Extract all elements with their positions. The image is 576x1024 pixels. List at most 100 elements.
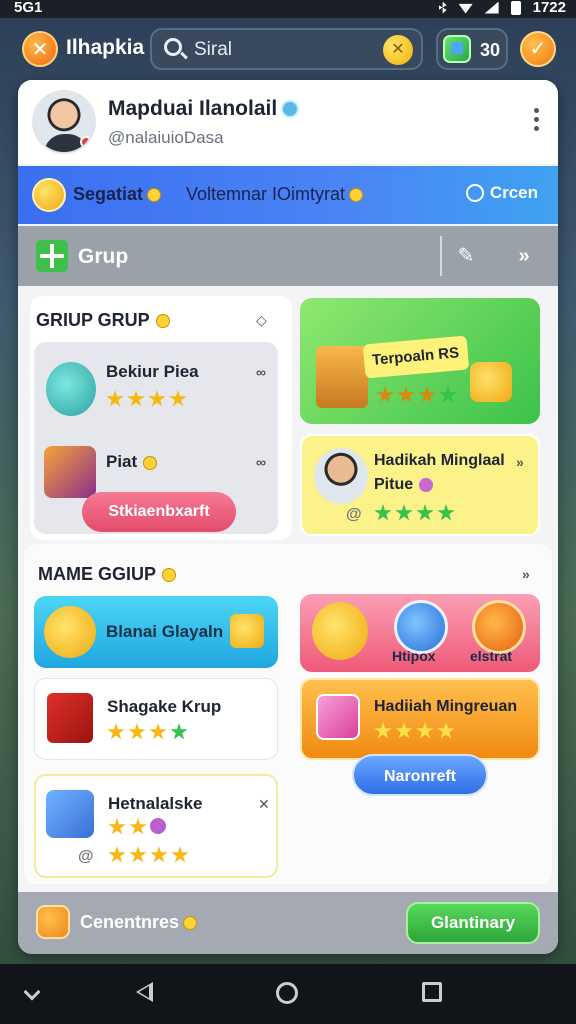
back-icon[interactable] <box>136 982 153 1002</box>
emoji-icon <box>162 568 177 583</box>
link-icon[interactable]: ∞ <box>256 454 266 470</box>
announcement-banner[interactable]: Segatiat Voltemnar IOimtyrat Crcen <box>18 166 558 224</box>
star-icon <box>169 390 187 407</box>
signal-icon <box>484 1 499 14</box>
featured-title: Hadikah Minglaal <box>374 452 505 469</box>
divider <box>440 236 442 276</box>
hide-keyboard-icon[interactable] <box>23 983 41 1001</box>
banner-subtitle: Voltemnar IOimtyrat <box>186 184 364 205</box>
item-label: Piat <box>106 452 158 472</box>
close-icon[interactable]: ✕ <box>258 796 270 813</box>
star-icon <box>106 390 124 407</box>
mascot-icon <box>312 602 368 660</box>
wifi-icon <box>458 3 473 14</box>
group-bar: Grup ✎ » <box>18 226 558 286</box>
star-icon <box>171 846 189 863</box>
banner-button[interactable]: Crcen <box>465 183 538 203</box>
game-icon <box>46 790 94 838</box>
section-title: GRIUP GRUP <box>36 310 170 331</box>
expand-icon[interactable]: » <box>522 566 530 582</box>
app-logo-icon[interactable]: ✕ <box>22 31 58 67</box>
footer-label-text: Cenentnres <box>80 912 180 932</box>
star-icon <box>108 818 126 835</box>
star-icon <box>107 723 125 740</box>
list-item[interactable]: Blanai Glayaln <box>34 596 278 668</box>
emoji-icon <box>147 188 162 203</box>
list-item[interactable]: Shagake Krup <box>34 678 278 760</box>
star-icon <box>416 504 434 521</box>
promo-label: Terpoaln RS <box>371 344 460 369</box>
featured-avatar <box>314 448 368 504</box>
clear-search-icon[interactable]: ✕ <box>383 35 413 65</box>
item-label: Bekiur Piea <box>106 362 199 381</box>
coin-count: 30 <box>480 40 501 60</box>
rating-stars <box>374 504 455 522</box>
featured-tile[interactable]: Hadikah Minglaal Pitue » @ <box>300 434 540 536</box>
recents-icon[interactable] <box>422 982 442 1002</box>
main-card: Mapduai Ilanolail @nalaiuioDasa Segatiat… <box>18 80 558 954</box>
footer-button[interactable]: Glantinary <box>406 902 540 944</box>
star-icon <box>374 722 392 739</box>
action-button[interactable]: Naronreft <box>352 754 488 796</box>
star-icon <box>128 723 146 740</box>
more-options-icon[interactable] <box>534 108 540 134</box>
star-icon <box>437 722 455 739</box>
link-icon[interactable]: ∞ <box>256 364 266 380</box>
banner-subtitle-text: Voltemnar IOimtyrat <box>186 184 346 204</box>
gift-icon <box>316 694 360 740</box>
star-icon <box>148 390 166 407</box>
collapse-icon[interactable]: ◇ <box>256 312 267 329</box>
star-icon <box>376 386 394 403</box>
star-badge-icon <box>472 600 526 654</box>
expand-icon[interactable]: » <box>512 244 536 268</box>
star-icon <box>149 723 167 740</box>
badge-icon <box>150 818 166 834</box>
arrow-icon[interactable]: » <box>516 454 524 470</box>
badge-icon <box>419 477 434 492</box>
edit-icon[interactable]: ✎ <box>454 244 478 268</box>
star-icon <box>397 386 415 403</box>
settings-icon[interactable] <box>36 905 70 939</box>
emoji-icon <box>183 916 198 931</box>
search-icon <box>164 38 182 56</box>
gold-chest-icon <box>470 362 512 402</box>
banner-button-label: Crcen <box>489 183 538 202</box>
clock-icon <box>465 184 484 202</box>
star-icon <box>108 846 126 863</box>
reward-tile[interactable]: Hadiiah Mingreuan <box>300 678 540 760</box>
banner-icon <box>32 178 66 212</box>
game-icon <box>44 606 96 658</box>
profile-header: Mapduai Ilanolail @nalaiuioDasa <box>18 80 558 164</box>
list-item[interactable]: Piat ∞ <box>34 432 278 492</box>
footer-bar: Cenentnres Glantinary <box>18 892 558 954</box>
app-bar: ✕ Ilhapkia Siral ✕ 30 ✓ <box>0 22 576 78</box>
icon-tile[interactable]: Htipox elstrat <box>300 594 540 672</box>
banner-title: Segatiat <box>73 184 162 205</box>
star-icon <box>416 722 434 739</box>
menu-button[interactable]: ✓ <box>520 31 556 67</box>
list-item[interactable]: Hetnalalske ✕ @ <box>34 774 278 878</box>
icon-label: elstrat <box>470 648 513 664</box>
verified-icon <box>281 100 300 119</box>
emoji-icon <box>143 455 158 470</box>
list-item[interactable]: Bekiur Piea ∞ <box>34 342 278 426</box>
rating-stars <box>107 723 188 741</box>
icon-label: Htipox <box>392 648 436 664</box>
section-title-text: GRIUP GRUP <box>36 310 150 330</box>
network-label: 5G1 <box>14 0 43 16</box>
search-input[interactable]: Siral ✕ <box>150 28 423 70</box>
footer-label: Cenentnres <box>80 912 198 933</box>
promo-tile[interactable]: Terpoaln RS <box>300 298 540 424</box>
avatar[interactable] <box>32 90 96 154</box>
coin-counter[interactable]: 30 <box>436 28 508 70</box>
featured-subtitle: Pitue <box>374 476 434 494</box>
promo-badge: Terpoaln RS <box>362 335 470 379</box>
app-title: Ilhapkia <box>66 36 145 59</box>
home-icon[interactable] <box>276 982 298 1004</box>
action-button[interactable]: Stkiaenbxarft <box>82 492 236 532</box>
emoji-icon <box>155 314 170 329</box>
star-icon <box>439 386 457 403</box>
rating-stars <box>376 386 457 404</box>
star-icon <box>129 846 147 863</box>
profile-name-text: Mapduai Ilanolail <box>108 97 278 120</box>
